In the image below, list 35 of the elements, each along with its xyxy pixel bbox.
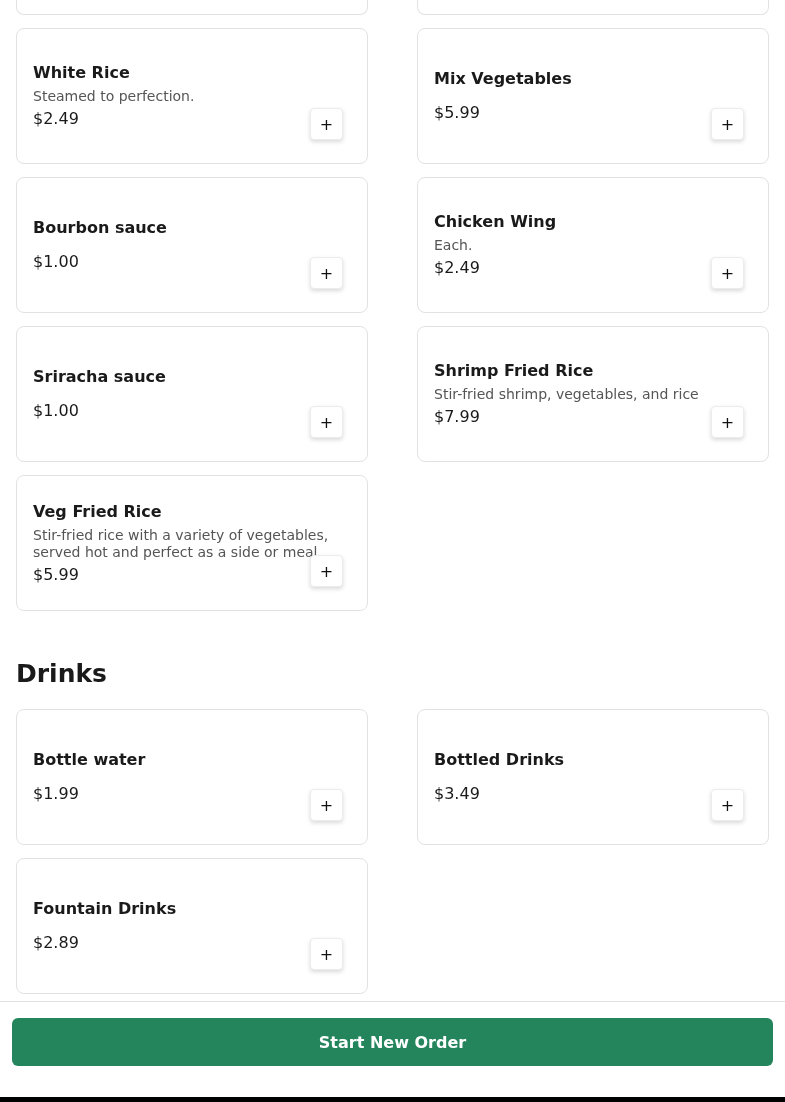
add-button[interactable]: + — [711, 257, 744, 289]
item-price: $5.99 — [33, 564, 79, 585]
item-name: Veg Fried Rice — [33, 501, 163, 522]
add-button[interactable]: + — [310, 789, 343, 821]
item-price: $1.99 — [33, 784, 79, 804]
add-button[interactable]: + — [310, 108, 343, 140]
start-new-order-button[interactable]: Start New Order — [12, 1018, 773, 1066]
item-description: Each. — [434, 237, 474, 254]
item-name: Mix Vegetables — [434, 69, 572, 89]
item-price: $2.89 — [33, 933, 79, 953]
item-name: White Rice — [33, 63, 131, 83]
add-button[interactable]: + — [310, 257, 343, 289]
item-price: $7.99 — [434, 407, 480, 427]
item-name: Bottle water — [33, 750, 146, 770]
add-button[interactable]: + — [711, 789, 744, 821]
add-button[interactable]: + — [310, 938, 343, 970]
item-price: $3.49 — [434, 784, 480, 804]
item-price: $2.49 — [434, 258, 480, 278]
add-button[interactable]: + — [711, 108, 744, 140]
item-name: Bottled Drinks — [434, 750, 565, 770]
item-price: $5.99 — [434, 103, 480, 123]
item-description: Steamed to perfection. — [33, 88, 195, 105]
item-price: $2.49 — [33, 109, 79, 129]
item-price: $1.00 — [33, 252, 79, 272]
item-description: Stir-fried shrimp, vegetables, and rice — [434, 386, 699, 403]
item-name: Chicken Wing — [434, 212, 557, 232]
item-name: Fountain Drinks — [33, 899, 177, 919]
item-name: Bourbon sauce — [33, 218, 167, 238]
item-name: Shrimp Fried Rice — [434, 361, 595, 381]
item-price: $1.00 — [33, 401, 79, 421]
section-heading: Drinks — [16, 659, 108, 689]
add-button[interactable]: + — [711, 406, 744, 438]
add-button[interactable]: + — [310, 555, 343, 587]
item-name: Sriracha sauce — [33, 367, 166, 387]
add-button[interactable]: + — [310, 406, 343, 438]
